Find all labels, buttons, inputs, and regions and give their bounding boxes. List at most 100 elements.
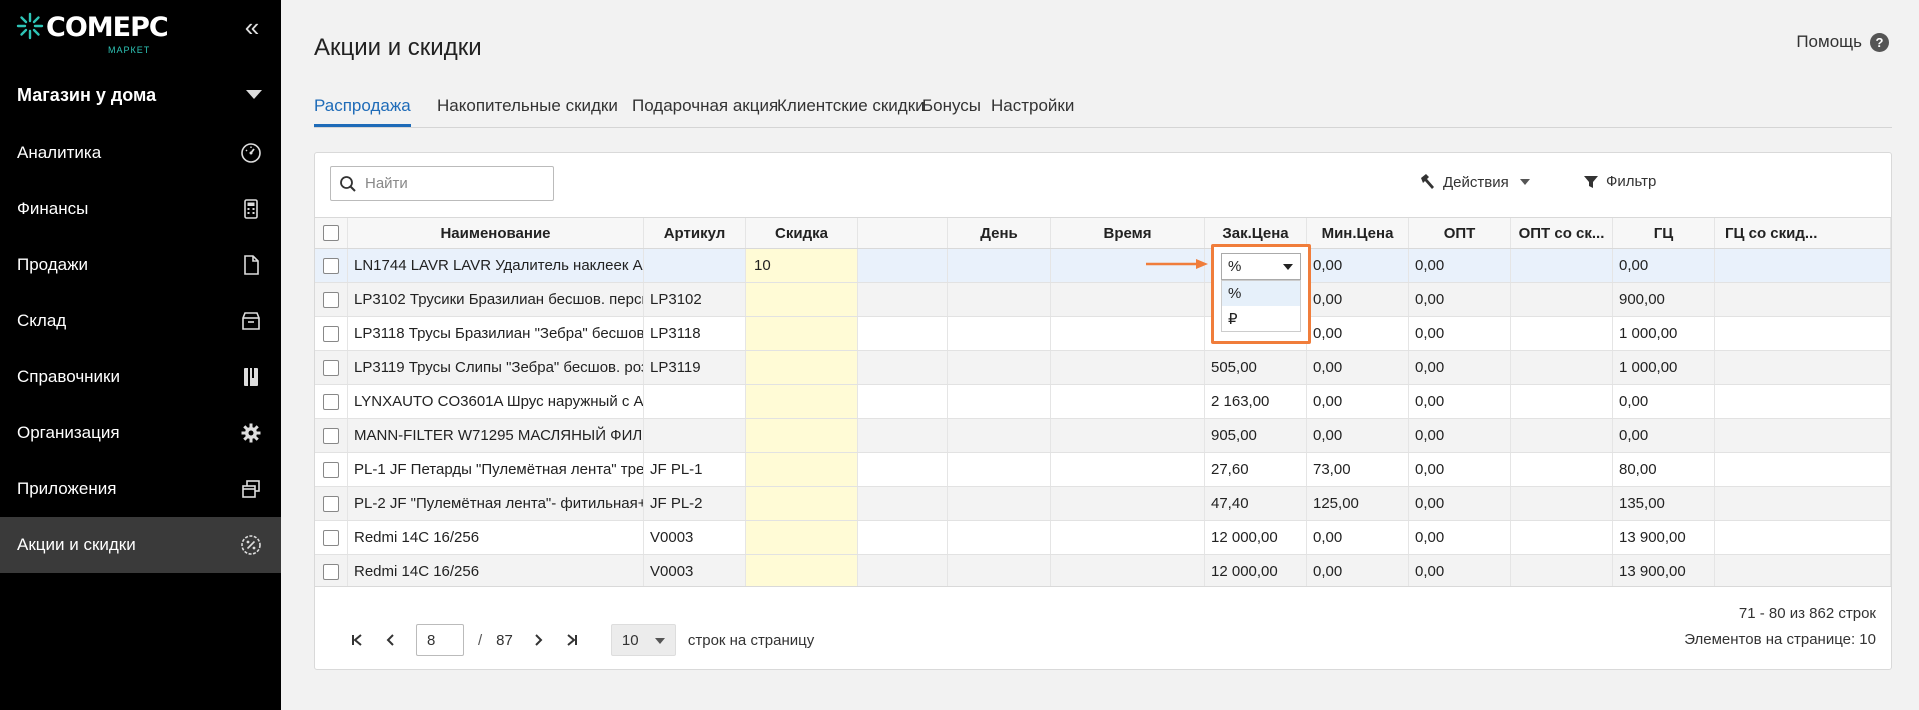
- cell-wholesale: 0,00: [1409, 419, 1511, 452]
- tab-sale[interactable]: Распродажа: [314, 96, 411, 127]
- col-gc-discount[interactable]: ГЦ со скид...: [1715, 218, 1891, 248]
- cell-day: [948, 283, 1051, 316]
- option-ruble[interactable]: ₽: [1222, 306, 1300, 331]
- row-checkbox[interactable]: [323, 427, 339, 444]
- sidebar-item-organization[interactable]: Организация: [0, 405, 281, 461]
- tab-accumulative-discounts[interactable]: Накопительные скидки: [437, 96, 618, 127]
- cell-discount[interactable]: [746, 521, 858, 554]
- col-gc[interactable]: ГЦ: [1613, 218, 1715, 248]
- col-sku[interactable]: Артикул: [644, 218, 746, 248]
- sidebar-item-apps[interactable]: Приложения: [0, 461, 281, 517]
- sidebar-item-label: Аналитика: [17, 143, 102, 162]
- help-link[interactable]: Помощь ?: [1796, 32, 1889, 52]
- col-wholesale-discount[interactable]: ОПТ со ск...: [1511, 218, 1613, 248]
- tab-bonuses[interactable]: Бонусы: [922, 96, 981, 127]
- row-checkbox[interactable]: [323, 495, 339, 512]
- cell-discount[interactable]: [746, 555, 858, 586]
- row-checkbox[interactable]: [323, 461, 339, 478]
- cell-time: [1051, 385, 1205, 418]
- sidebar-item-sales[interactable]: Продажи: [0, 237, 281, 293]
- col-day[interactable]: День: [948, 218, 1051, 248]
- cell-discount[interactable]: [746, 283, 858, 316]
- search-box[interactable]: [330, 166, 554, 201]
- cell-min-price: 0,00: [1307, 419, 1409, 452]
- cell-discount[interactable]: [746, 487, 858, 520]
- sidebar-item-warehouse[interactable]: Склад: [0, 293, 281, 349]
- cell-wholesale: 0,00: [1409, 487, 1511, 520]
- table-row[interactable]: PL-1 JF Петарды "Пулемётная лента" треск…: [315, 453, 1891, 487]
- sidebar-item-finance[interactable]: Финансы: [0, 181, 281, 237]
- row-checkbox[interactable]: [323, 529, 339, 546]
- cell-gc: 135,00: [1613, 487, 1715, 520]
- table-row[interactable]: Redmi 14C 16/256 V0003 12 000,00 0,00 0,00 13…: [315, 555, 1891, 586]
- actions-button[interactable]: Действия: [1418, 173, 1530, 191]
- table-row[interactable]: LP3119 Трусы Слипы "Зебра" бесшов. розов…: [315, 351, 1891, 385]
- cell-discount[interactable]: [746, 317, 858, 350]
- prev-page-icon[interactable]: [374, 624, 408, 656]
- row-checkbox[interactable]: [323, 257, 339, 274]
- table-row[interactable]: MANN-FILTER W71295 МАСЛЯНЫЙ ФИЛЬТР VA...…: [315, 419, 1891, 453]
- cell-purchase-price: 47,40: [1205, 487, 1307, 520]
- cell-name: LP3118 Трусы Бразилиан "Зебра" бесшов. р…: [348, 317, 644, 350]
- page-title: Акции и скидки: [314, 34, 482, 61]
- row-checkbox[interactable]: [323, 563, 339, 580]
- row-checkbox[interactable]: [323, 291, 339, 308]
- cell-time: [1051, 283, 1205, 316]
- col-discount-type[interactable]: [858, 218, 948, 248]
- logo[interactable]: COMEPC МАРКЕТ: [16, 12, 169, 56]
- sidebar-item-analytics[interactable]: Аналитика: [0, 125, 281, 181]
- select-all-checkbox[interactable]: [323, 225, 339, 241]
- sidebar-item-promotions[interactable]: Акции и скидки: [0, 517, 281, 573]
- search-input[interactable]: [365, 175, 545, 192]
- cell-wholesale-discount: [1511, 283, 1613, 316]
- option-percent[interactable]: %: [1222, 281, 1300, 306]
- cell-name: LP3119 Трусы Слипы "Зебра" бесшов. розов…: [348, 351, 644, 384]
- row-checkbox[interactable]: [323, 359, 339, 376]
- discount-type-select[interactable]: %: [1221, 253, 1301, 280]
- col-wholesale[interactable]: ОПТ: [1409, 218, 1511, 248]
- cell-discount[interactable]: 10: [746, 249, 858, 282]
- last-page-icon[interactable]: [555, 624, 589, 656]
- items-per-page-text: Элементов на странице: 10: [1684, 631, 1876, 648]
- logo-burst-icon: [16, 12, 44, 40]
- cell-day: [948, 453, 1051, 486]
- sidebar-item-directories[interactable]: Справочники: [0, 349, 281, 405]
- cell-discount[interactable]: [746, 385, 858, 418]
- next-page-icon[interactable]: [521, 624, 555, 656]
- page-number-input[interactable]: 8: [416, 624, 464, 656]
- table-row[interactable]: LP3118 Трусы Бразилиан "Зебра" бесшов. р…: [315, 317, 1891, 351]
- cell-gc: 1 000,00: [1613, 351, 1715, 384]
- table-row[interactable]: Redmi 14C 16/256 V0003 12 000,00 0,00 0,00 13…: [315, 521, 1891, 555]
- store-selector[interactable]: Магазин у дома: [0, 72, 281, 118]
- cell-time: [1051, 521, 1205, 554]
- table-row[interactable]: LYNXAUTO CO3601A Шрус наружный с ABS HY.…: [315, 385, 1891, 419]
- cell-sku: [644, 249, 746, 282]
- actions-label: Действия: [1443, 173, 1509, 191]
- cell-day: [948, 249, 1051, 282]
- cell-sku: JF PL-1: [644, 453, 746, 486]
- cell-discount[interactable]: [746, 419, 858, 452]
- table-row[interactable]: PL-2 JF "Пулемётная лента"- фитильная+тр…: [315, 487, 1891, 521]
- search-icon: [340, 175, 356, 192]
- tab-gift-promotion[interactable]: Подарочная акция: [632, 96, 778, 127]
- page-size-select[interactable]: 10: [610, 624, 676, 656]
- col-time[interactable]: Время: [1051, 218, 1205, 248]
- row-checkbox[interactable]: [323, 393, 339, 410]
- cell-discount[interactable]: [746, 351, 858, 384]
- first-page-icon[interactable]: [340, 624, 374, 656]
- col-discount[interactable]: Скидка: [746, 218, 858, 248]
- collapse-sidebar-icon[interactable]: «: [240, 14, 264, 40]
- filter-button[interactable]: Фильтр: [1583, 173, 1656, 190]
- cell-discount-type: [858, 419, 948, 452]
- table-row[interactable]: LP3102 Трусики Бразилиан бесшов. персик …: [315, 283, 1891, 317]
- logo-text: COMEPC: [46, 12, 169, 43]
- cell-gc-discount: [1715, 249, 1891, 282]
- cell-discount[interactable]: [746, 453, 858, 486]
- tab-settings[interactable]: Настройки: [991, 96, 1074, 127]
- cell-min-price: 0,00: [1307, 317, 1409, 350]
- tab-client-discounts[interactable]: Клиентские скидки: [777, 96, 925, 127]
- col-min-price[interactable]: Мин.Цена: [1307, 218, 1409, 248]
- table-row[interactable]: LN1744 LAVR LAVR Удалитель наклеек Антис…: [315, 249, 1891, 283]
- row-checkbox[interactable]: [323, 325, 339, 342]
- col-name[interactable]: Наименование: [348, 218, 644, 248]
